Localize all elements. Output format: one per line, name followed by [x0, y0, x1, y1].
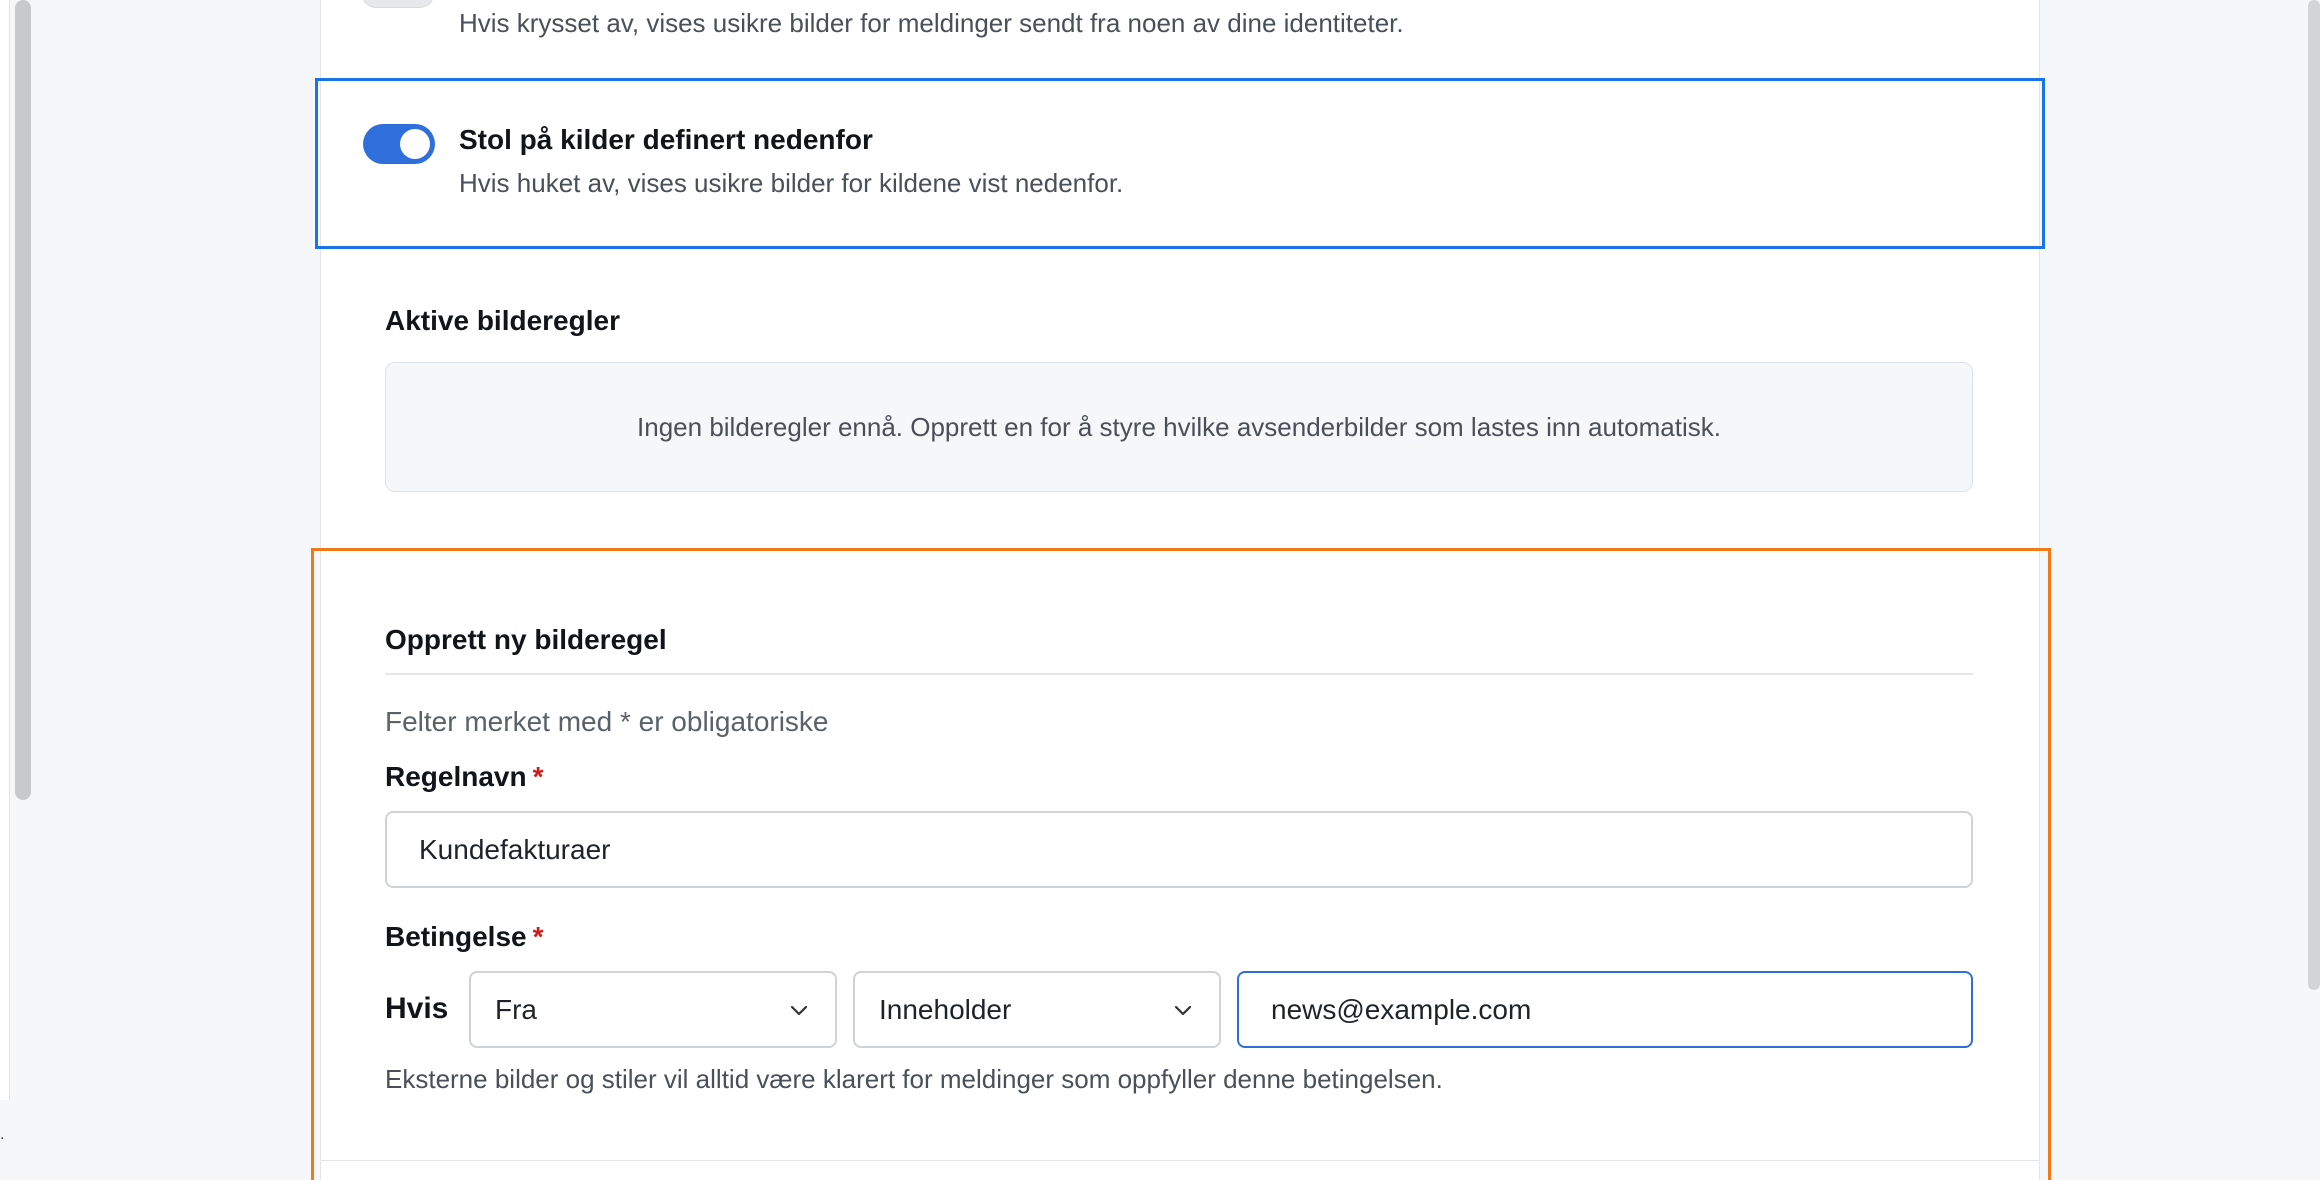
empty-state-message: Ingen bilderegler ennå. Opprett en for å…: [637, 411, 1721, 442]
required-fields-note: Felter merket med * er obligatoriske: [385, 706, 829, 737]
condition-operator-value: Inneholder: [879, 993, 1012, 1025]
trust-sources-description: Hvis huket av, vises usikre bilder for k…: [459, 168, 1124, 198]
trust-sources-title: Stol på kilder definert nedenfor: [459, 124, 873, 155]
right-scrollbar[interactable]: [2308, 0, 2320, 990]
active-rules-heading: Aktive bilderegler: [385, 305, 620, 336]
condition-label-text: Betingelse: [385, 921, 527, 952]
chevron-down-icon: [1174, 1005, 1192, 1015]
trust-sources-toggle[interactable]: [363, 124, 435, 164]
condition-label: Betingelse *: [385, 921, 544, 953]
divider: [385, 673, 1973, 675]
condition-operator-select[interactable]: Inneholder: [853, 971, 1221, 1048]
required-asterisk: *: [532, 761, 544, 792]
rule-name-input[interactable]: [385, 811, 1973, 888]
rule-name-label-text: Regelnavn: [385, 761, 527, 792]
toggle-knob: [400, 129, 430, 159]
if-label: Hvis: [385, 992, 449, 1025]
rule-name-label: Regelnavn *: [385, 761, 544, 793]
panel-bottom-border: [320, 1160, 2040, 1161]
condition-field-value: Fra: [495, 993, 537, 1025]
trust-sources-highlight: [315, 78, 2045, 249]
condition-value-input[interactable]: [1237, 971, 1973, 1048]
left-marker: .: [0, 1126, 5, 1143]
active-rules-empty-state: Ingen bilderegler ennå. Opprett en for å…: [385, 362, 1973, 492]
chevron-down-icon: [790, 1005, 808, 1015]
required-asterisk: *: [532, 921, 544, 952]
condition-help-text: Eksterne bilder og stiler vil alltid vær…: [385, 1064, 1443, 1094]
create-rule-heading: Opprett ny bilderegel: [385, 624, 667, 655]
condition-field-select[interactable]: Fra: [469, 971, 837, 1048]
left-rail: [0, 0, 10, 1100]
identities-toggle-description: Hvis krysset av, vises usikre bilder for…: [459, 8, 1404, 38]
identities-toggle[interactable]: [362, 0, 434, 8]
left-scrollbar[interactable]: [15, 0, 31, 800]
